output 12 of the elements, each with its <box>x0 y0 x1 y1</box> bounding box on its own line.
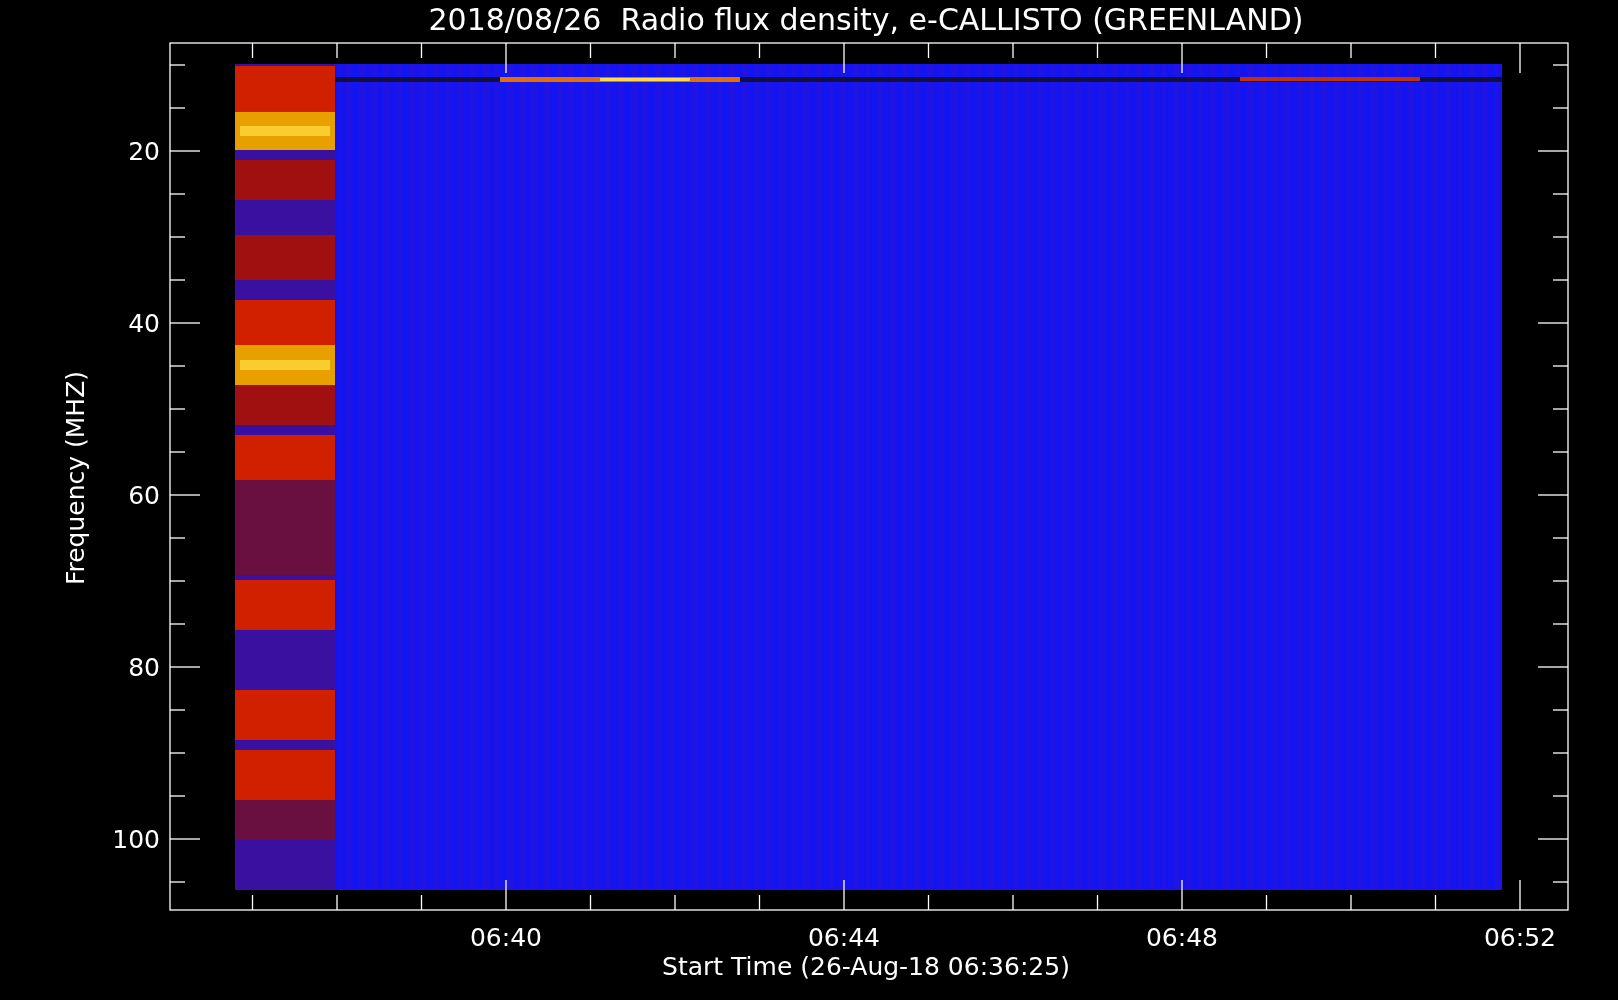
x-tick-label: 06:44 <box>808 923 880 952</box>
x-axis-label: Start Time (26-Aug-18 06:36:25) <box>662 952 1070 981</box>
chart-title: 2018/08/26 Radio flux density, e-CALLISTO (GREENLAND) <box>428 2 1304 37</box>
y-tick-label: 20 <box>128 137 160 166</box>
y-tick-label: 100 <box>112 825 160 854</box>
x-tick-label: 06:40 <box>470 923 542 952</box>
y-tick-label: 40 <box>128 309 160 338</box>
y-axis-label: Frequency (MHZ) <box>61 370 90 586</box>
y-tick-label: 80 <box>128 653 160 682</box>
y-tick-label: 60 <box>128 481 160 510</box>
x-tick-label: 06:52 <box>1484 923 1556 952</box>
x-tick-label: 06:48 <box>1146 923 1218 952</box>
